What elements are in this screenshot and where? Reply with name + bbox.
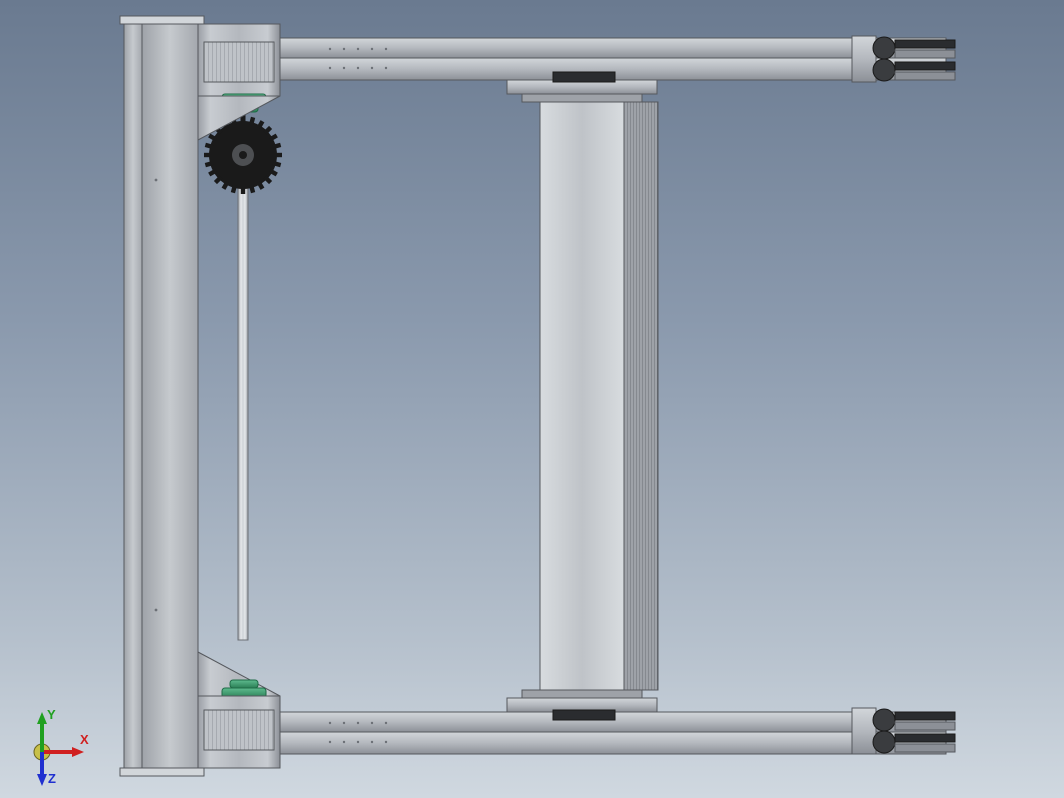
svg-text:Y: Y: [47, 707, 56, 722]
vertical-shaft: [238, 170, 248, 640]
right-column: [507, 72, 658, 720]
cad-model-rendering: [0, 0, 1064, 798]
lower-head-block: [198, 652, 280, 768]
svg-text:Z: Z: [48, 771, 56, 786]
axis-x: X: [42, 732, 89, 757]
cad-viewport[interactable]: X Y Z: [0, 0, 1064, 798]
orientation-triad[interactable]: X Y Z: [14, 706, 94, 786]
svg-text:X: X: [80, 732, 89, 747]
